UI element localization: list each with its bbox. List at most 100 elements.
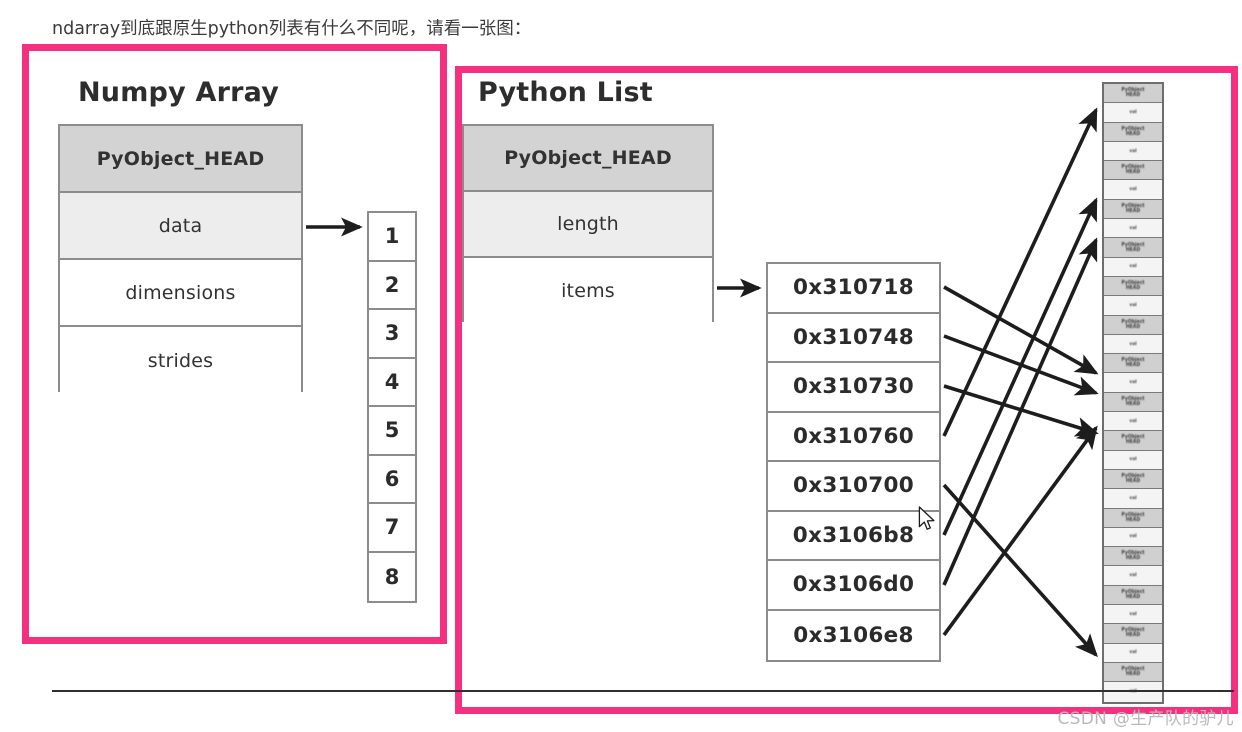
object-cell-label: val	[1129, 187, 1137, 193]
python-object-column: PyObject HEAD val PyObject HEAD val PyObject…	[1102, 82, 1164, 704]
object-cell-label: val	[1129, 457, 1137, 463]
object-cell-label: PyObject HEAD	[1121, 628, 1145, 639]
pointer-cell: 0x310700	[768, 462, 939, 512]
object-cell-label: PyObject HEAD	[1121, 512, 1145, 523]
object-cell-value: val	[1104, 219, 1162, 239]
object-cell-pyobject-head: PyObject HEAD	[1104, 354, 1162, 374]
object-cell-label: val	[1129, 148, 1137, 154]
object-cell-value: val	[1104, 180, 1162, 200]
object-cell-label: val	[1129, 534, 1137, 540]
object-cell-pyobject-head: PyObject HEAD	[1104, 431, 1162, 451]
python-row-pyobject-head: PyObject_HEAD	[464, 126, 712, 192]
object-cell-label: PyObject HEAD	[1121, 87, 1145, 99]
python-list-struct: PyObject_HEAD length items	[462, 124, 714, 324]
object-cell-label: PyObject HEAD	[1121, 203, 1145, 215]
object-cell-value: val	[1104, 103, 1162, 123]
pointer-cell: 0x310748	[768, 314, 939, 363]
python-pointer-table: 0x310718 0x310748 0x310730 0x310760 0x31…	[766, 262, 941, 662]
arrow-ptr-2-to-object	[943, 334, 1099, 396]
object-cell-label: val	[1129, 418, 1137, 424]
pointer-cell: 0x3106e8	[793, 622, 914, 648]
numpy-row-data: data	[60, 193, 301, 260]
numpy-row-dimensions: dimensions	[60, 260, 301, 327]
arrow-ptr-7-to-object	[942, 237, 1098, 586]
object-cell-value: val	[1104, 296, 1162, 316]
object-cell-label: val	[1129, 264, 1137, 270]
numpy-row-strides: strides	[60, 327, 301, 394]
object-cell-pyobject-head: PyObject HEAD	[1104, 624, 1162, 644]
pointer-cell: 0x310760	[768, 413, 939, 462]
numpy-array-title: Numpy Array	[78, 77, 279, 108]
object-cell-pyobject-head: PyObject HEAD	[1104, 199, 1162, 220]
object-cell-label: val	[1129, 302, 1137, 309]
object-cell-value: val	[1104, 566, 1162, 586]
object-cell-label: PyObject HEAD	[1121, 551, 1145, 562]
object-cell-pyobject-head: PyObject HEAD	[1104, 392, 1162, 413]
page-root: ndarray到底跟原生python列表有什么不同呢，请看一张图： Numpy …	[0, 0, 1242, 732]
object-cell-label: val	[1129, 341, 1137, 347]
object-cell-label: val	[1129, 611, 1137, 617]
article-caption: ndarray到底跟原生python列表有什么不同呢，请看一张图：	[52, 19, 532, 39]
python-list-title: Python List	[478, 77, 653, 108]
numpy-array-struct: PyObject_HEAD data dimensions strides	[58, 124, 303, 394]
python-row-length: length	[464, 192, 712, 258]
buffer-cell: 6	[369, 456, 415, 504]
object-cell-pyobject-head: PyObject HEAD	[1104, 585, 1162, 606]
object-cell-value: val	[1104, 489, 1162, 509]
object-cell-label: val	[1129, 650, 1137, 656]
object-cell-label: PyObject HEAD	[1121, 396, 1145, 408]
buffer-cell: 1	[369, 213, 415, 262]
object-cell-pyobject-head: PyObject HEAD	[1104, 276, 1162, 297]
pointer-cell: 0x3106b8	[768, 512, 939, 561]
csdn-watermark: CSDN @生产队的驴儿	[1057, 709, 1234, 729]
arrow-ptr-4-to-object	[942, 107, 1098, 437]
object-cell-pyobject-head: PyObject HEAD	[1104, 161, 1162, 181]
object-cell-value: val	[1104, 412, 1162, 432]
object-cell-label: val	[1129, 109, 1137, 116]
object-cell-label: PyObject HEAD	[1121, 666, 1145, 678]
object-cell-label: PyObject HEAD	[1121, 242, 1145, 253]
pointer-cell: 0x3106d0	[768, 561, 939, 611]
arrow-ptr-1-to-object	[943, 285, 1099, 375]
arrow-ptr-3-to-object	[943, 384, 1099, 437]
object-cell-label: val	[1129, 572, 1137, 579]
diagram-figure: Numpy Array Python List PyObject_HEAD da…	[0, 55, 1242, 704]
object-cell-value: val	[1104, 334, 1162, 355]
object-cell-pyobject-head: PyObject HEAD	[1104, 662, 1162, 683]
object-cell-pyobject-head: PyObject HEAD	[1104, 508, 1162, 528]
article-divider	[52, 690, 1234, 692]
numpy-data-buffer: 1 2 3 4 5 6 7 8	[367, 211, 417, 603]
object-cell-label: PyObject HEAD	[1121, 473, 1145, 485]
object-cell-label: PyObject HEAD	[1121, 358, 1145, 369]
object-cell-label: PyObject HEAD	[1121, 126, 1145, 137]
object-cell-value: val	[1104, 643, 1162, 663]
pointer-cell: 0x310718	[768, 264, 939, 314]
object-cell-pyobject-head: PyObject HEAD	[1104, 238, 1162, 258]
object-cell-value: val	[1104, 373, 1162, 393]
python-row-items: items	[464, 258, 712, 324]
object-cell-label: PyObject HEAD	[1121, 589, 1145, 601]
object-cell-pyobject-head: PyObject HEAD	[1104, 469, 1162, 490]
object-cell-pyobject-head: PyObject HEAD	[1104, 84, 1162, 104]
arrow-ptr-5-to-object	[942, 483, 1098, 658]
arrow-ptr-8-to-object	[942, 425, 1098, 637]
object-cell-label: PyObject HEAD	[1121, 435, 1145, 446]
object-cell-label: PyObject HEAD	[1121, 319, 1145, 330]
object-cell-value: val	[1104, 527, 1162, 548]
buffer-cell: 5	[369, 407, 415, 456]
object-cell-value: val	[1104, 605, 1162, 625]
object-cell-pyobject-head: PyObject HEAD	[1104, 547, 1162, 567]
buffer-cell: 7	[369, 504, 415, 553]
object-cell-label: PyObject HEAD	[1121, 165, 1145, 176]
object-cell-label: PyObject HEAD	[1121, 280, 1145, 292]
arrow-ptr-6-to-object	[942, 197, 1098, 536]
buffer-cell: 4	[369, 359, 415, 407]
object-cell-label: val	[1129, 495, 1137, 501]
pointer-cell: 0x310730	[768, 363, 939, 413]
object-cell-pyobject-head: PyObject HEAD	[1104, 315, 1162, 335]
buffer-cell: 2	[369, 262, 415, 310]
object-cell-value: val	[1104, 257, 1162, 277]
object-cell-value: val	[1104, 141, 1162, 162]
object-cell-label: val	[1129, 379, 1137, 386]
object-cell-value: val	[1104, 450, 1162, 470]
